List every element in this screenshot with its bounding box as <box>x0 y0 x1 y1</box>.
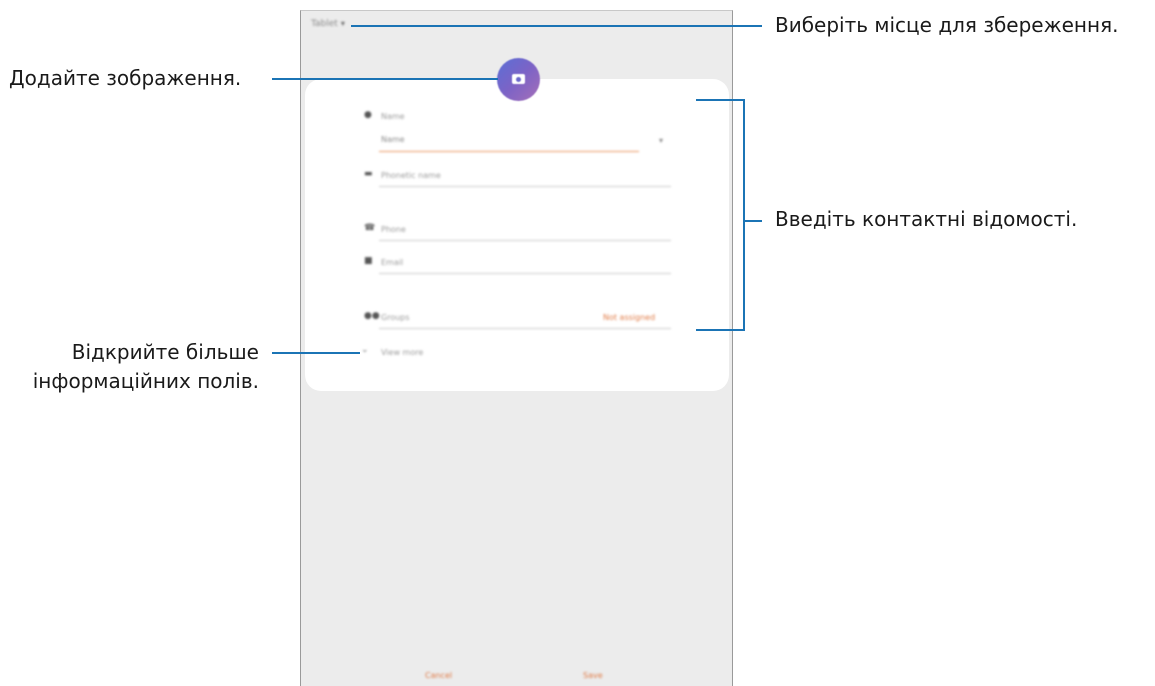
phone-field[interactable]: Phone <box>381 225 406 234</box>
more-fields-callout-line <box>272 352 360 354</box>
expand-name-chevron-icon[interactable]: ▾ <box>659 136 663 145</box>
groups-field[interactable]: Groups <box>381 313 410 322</box>
details-bracket-bottom <box>696 329 744 331</box>
storage-callout-line <box>351 25 762 27</box>
name-section-label: Name <box>381 112 405 121</box>
groups-value[interactable]: Not assigned <box>603 313 655 322</box>
email-field[interactable]: Email <box>381 258 403 267</box>
name-field-underline <box>379 151 639 152</box>
phonetic-name-field[interactable]: Phonetic name <box>381 171 441 180</box>
phone-screen: Tablet ▾ ● Name Name ▾ ▬ Phonetic name ☎ … <box>300 10 733 686</box>
phone-field-underline <box>379 240 671 241</box>
image-callout-line <box>272 78 498 80</box>
phone-icon: ☎ <box>364 223 376 233</box>
details-callout: Введіть контактні відомості. <box>775 207 1078 231</box>
details-callout-line <box>744 220 762 222</box>
email-field-underline <box>379 273 671 274</box>
view-more-chevron-icon[interactable]: ⌄ <box>361 345 369 355</box>
add-image-button[interactable] <box>497 58 540 101</box>
groups-field-underline <box>379 328 671 329</box>
name-field[interactable]: Name <box>381 135 405 144</box>
storage-location-selector[interactable]: Tablet ▾ <box>311 19 345 29</box>
save-button[interactable]: Save <box>583 671 603 680</box>
details-bracket-top <box>696 99 744 101</box>
phonetic-field-underline <box>379 186 671 187</box>
image-callout: Додайте зображення. <box>9 66 242 90</box>
cancel-button[interactable]: Cancel <box>425 671 452 680</box>
groups-icon: ●● <box>364 311 380 321</box>
email-icon: ■ <box>364 256 373 266</box>
person-icon: ● <box>364 110 372 120</box>
more-fields-callout-line1: Відкрийте більше <box>71 340 259 364</box>
details-bracket-vertical <box>743 99 745 331</box>
contact-form-card: ● Name Name ▾ ▬ Phonetic name ☎ Phone ■ … <box>305 79 729 391</box>
storage-location-label: Tablet <box>311 19 338 29</box>
phonetic-icon: ▬ <box>364 169 373 179</box>
storage-callout: Виберіть місце для збереження. <box>775 13 1119 37</box>
view-more-link[interactable]: View more <box>381 348 423 357</box>
chevron-down-icon: ▾ <box>340 19 345 28</box>
camera-icon <box>512 74 525 84</box>
more-fields-callout-line2: інформаційних полів. <box>32 369 259 393</box>
